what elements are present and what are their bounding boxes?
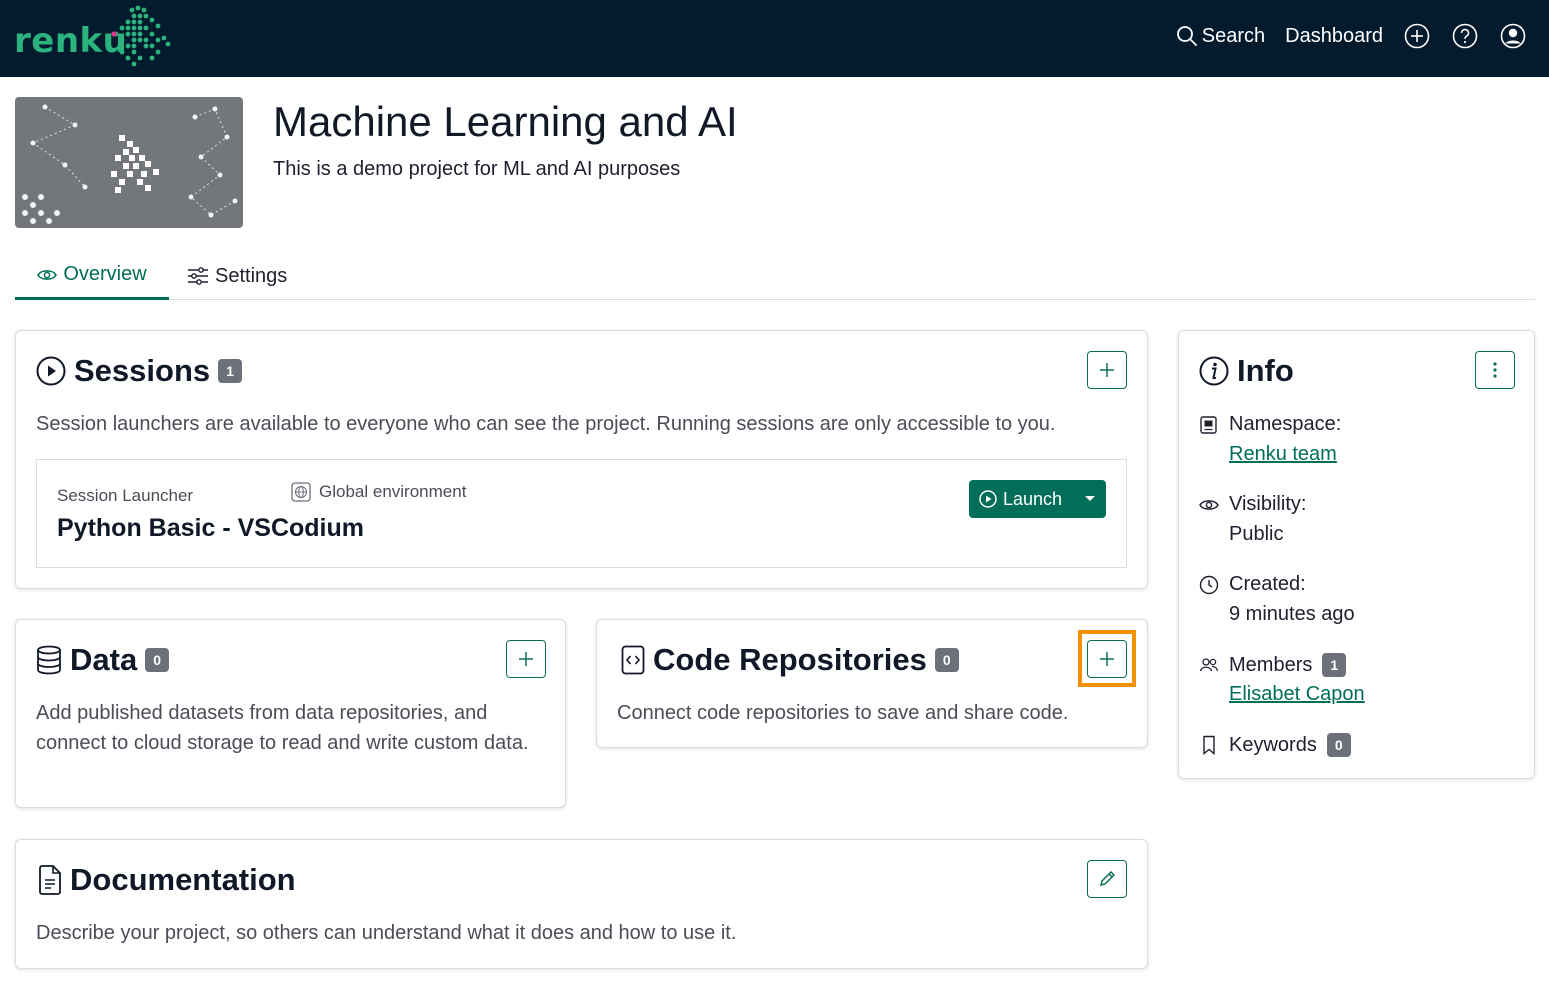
info-circle-icon	[1199, 356, 1229, 386]
documentation-title: Documentation	[70, 862, 296, 897]
code-repositories-card: Code Repositories 0 Connect code reposit…	[596, 619, 1148, 748]
folder-icon	[1200, 416, 1217, 434]
people-icon	[1199, 658, 1219, 672]
data-header: Data 0	[36, 642, 169, 678]
data-description: Add published datasets from data reposit…	[36, 702, 529, 754]
namespace-label: Namespace:	[1229, 413, 1342, 435]
info-options-button[interactable]	[1475, 351, 1515, 389]
project-tabs: Overview Settings	[15, 252, 1535, 300]
keywords-label-row: Keywords 0	[1229, 733, 1351, 757]
documentation-card: Documentation Describe your project, so …	[15, 839, 1148, 969]
launch-label: Launch	[1003, 488, 1063, 509]
sliders-icon	[188, 267, 208, 285]
clock-icon	[1199, 575, 1219, 595]
file-text-icon	[39, 865, 61, 895]
launcher-environment-label: Global environment	[319, 482, 467, 501]
file-code-icon	[621, 645, 645, 675]
launch-button[interactable]: Launch	[969, 480, 1106, 518]
sessions-count-badge: 1	[218, 359, 242, 383]
search-icon	[1176, 26, 1197, 46]
more-vertical-icon	[1493, 362, 1497, 378]
launcher-label: Session Launcher	[57, 486, 194, 505]
documentation-header: Documentation	[38, 862, 296, 898]
code-repositories-count-badge: 0	[934, 648, 959, 672]
database-icon	[37, 645, 61, 675]
keywords-count-badge: 0	[1326, 733, 1351, 757]
documentation-description: Describe your project, so others can und…	[36, 922, 737, 944]
sessions-header: Sessions 1	[36, 353, 242, 389]
visibility-value: Public	[1229, 523, 1284, 545]
data-card: Data 0 Add published datasets from data …	[15, 619, 566, 808]
member-link[interactable]: Elisabet Capon	[1229, 683, 1365, 706]
plus-circle-icon[interactable]	[1403, 22, 1431, 50]
members-label-row: Members 1	[1229, 653, 1347, 677]
code-repositories-header: Code Repositories 0	[621, 642, 959, 678]
tab-overview[interactable]: Overview	[15, 252, 169, 300]
visibility-label: Visibility:	[1229, 493, 1307, 515]
add-data-button[interactable]	[506, 640, 546, 678]
search-label: Search	[1201, 24, 1266, 47]
eye-icon	[1199, 500, 1219, 510]
members-label: Members	[1229, 653, 1313, 676]
highlight-box	[1078, 630, 1136, 687]
user-circle-icon[interactable]	[1499, 22, 1527, 50]
play-circle-icon	[36, 356, 66, 386]
question-circle-icon[interactable]	[1451, 22, 1479, 50]
dashboard-link[interactable]: Dashboard	[1285, 25, 1383, 48]
launch-dropdown-toggle[interactable]	[1073, 480, 1106, 518]
add-session-launcher-button[interactable]	[1087, 351, 1127, 389]
info-title: Info	[1237, 353, 1294, 388]
data-title: Data	[70, 642, 138, 677]
project-description: This is a demo project for ML and AI pur…	[273, 158, 681, 180]
session-launcher-item[interactable]: Session Launcher Global environment Pyth…	[36, 459, 1127, 568]
launcher-environment: Global environment	[291, 482, 466, 502]
project-image	[15, 97, 243, 228]
created-value: 9 minutes ago	[1229, 603, 1355, 625]
launcher-name: Python Basic - VSCodium	[57, 514, 364, 542]
dashboard-label: Dashboard	[1285, 24, 1383, 47]
sessions-card: Sessions 1 Session launchers are availab…	[15, 330, 1148, 589]
globe-icon	[291, 482, 311, 502]
launch-main-button[interactable]: Launch	[969, 480, 1073, 518]
edit-documentation-button[interactable]	[1087, 860, 1127, 898]
play-circle-icon	[979, 490, 997, 508]
project-title: Machine Learning and AI	[273, 98, 738, 145]
sessions-description: Session launchers are available to every…	[36, 413, 1056, 435]
search-link[interactable]: Search	[1176, 25, 1265, 48]
sessions-title: Sessions	[74, 353, 211, 388]
tab-settings[interactable]: Settings	[187, 252, 287, 300]
info-card: Info Namespace: Renku team Visibility: P…	[1178, 330, 1535, 779]
top-navbar: renku Search Dashboard	[0, 0, 1549, 77]
caret-down-icon	[1084, 496, 1095, 501]
renku-logo[interactable]: renku	[14, 4, 174, 68]
eye-icon	[37, 269, 58, 280]
code-repositories-description: Connect code repositories to save and sh…	[617, 702, 1069, 724]
frog-logo-icon	[111, 5, 171, 67]
plus-icon	[519, 652, 533, 666]
created-label: Created:	[1229, 573, 1306, 595]
plus-icon	[1100, 363, 1114, 377]
data-count-badge: 0	[145, 648, 169, 672]
tab-overview-label: Overview	[63, 263, 147, 285]
namespace-link[interactable]: Renku team	[1229, 443, 1337, 466]
pencil-icon	[1099, 870, 1116, 887]
tab-settings-label: Settings	[215, 264, 288, 287]
info-header: Info	[1199, 353, 1294, 389]
keywords-label: Keywords	[1229, 733, 1317, 756]
bookmark-icon	[1203, 735, 1215, 755]
members-count-badge: 1	[1322, 653, 1347, 677]
code-repositories-title: Code Repositories	[653, 642, 927, 677]
